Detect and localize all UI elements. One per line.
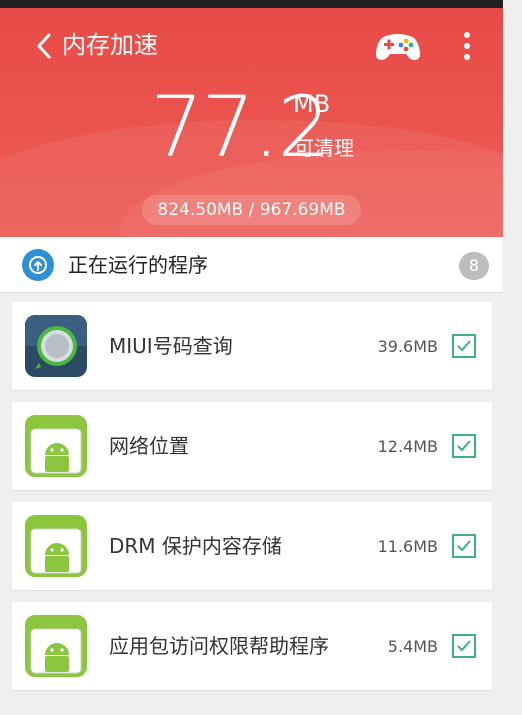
back-button[interactable] <box>24 26 64 66</box>
app-row[interactable]: 网络位置 12.4MB <box>12 402 492 490</box>
app-size: 5.4MB <box>387 637 438 656</box>
app-checkbox[interactable] <box>452 434 476 458</box>
cleanable-label: 可清理 <box>294 136 354 160</box>
checkmark-icon <box>457 440 471 452</box>
page-title: 内存加速 <box>62 31 158 59</box>
memory-usage-pill: 824.50MB / 967.69MB <box>142 195 361 225</box>
miui-lookup-icon <box>25 315 87 377</box>
more-options-button[interactable] <box>455 26 479 66</box>
android-icon <box>25 515 87 577</box>
header: 内存加速 77.2 MB 可清理 824.50MB / 967.69MB <box>0 0 503 237</box>
app-name: MIUI号码查询 <box>109 334 233 358</box>
app-row[interactable]: 应用包访问权限帮助程序 5.4MB <box>12 602 492 690</box>
app-checkbox[interactable] <box>452 634 476 658</box>
checkmark-icon <box>457 340 471 352</box>
running-count-badge: 8 <box>459 252 489 280</box>
running-apps-icon <box>22 249 54 281</box>
more-vertical-icon <box>464 32 470 60</box>
app-row[interactable]: DRM 保护内容存储 11.6MB <box>12 502 492 590</box>
android-icon <box>25 415 87 477</box>
game-button[interactable] <box>374 26 422 66</box>
back-arrow-icon <box>37 33 51 59</box>
app-checkbox[interactable] <box>452 534 476 558</box>
app-name: DRM 保护内容存储 <box>109 534 282 558</box>
cleanable-unit: MB <box>293 90 331 118</box>
app-checkbox[interactable] <box>452 334 476 358</box>
app-size: 12.4MB <box>377 437 438 456</box>
checkmark-icon <box>457 640 471 652</box>
running-apps-section: 正在运行的程序 <box>0 237 503 293</box>
app-name: 应用包访问权限帮助程序 <box>109 634 329 658</box>
section-title: 正在运行的程序 <box>68 253 208 277</box>
app-row[interactable]: MIUI号码查询 39.6MB <box>12 302 492 390</box>
app-name: 网络位置 <box>109 434 189 458</box>
status-bar <box>0 0 503 8</box>
android-icon <box>25 615 87 677</box>
gamepad-icon <box>375 34 421 60</box>
app-list: MIUI号码查询 39.6MB 网络位置 12.4MB DRM 保护内容存储 1… <box>12 302 492 702</box>
app-size: 39.6MB <box>377 337 438 356</box>
app-size: 11.6MB <box>377 537 438 556</box>
checkmark-icon <box>457 540 471 552</box>
